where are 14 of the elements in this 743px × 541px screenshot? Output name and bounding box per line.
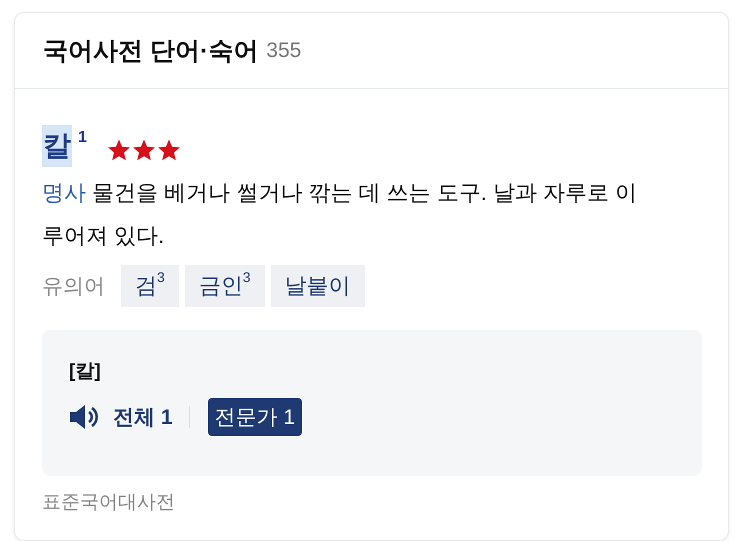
pronunciation-text: [칼] (69, 360, 101, 384)
speaker-icon[interactable] (69, 404, 99, 430)
synonym-chip[interactable]: 날붙이 (270, 265, 365, 307)
homonym-number: 1 (78, 129, 87, 147)
section-title: 국어사전 단어·숙어 (43, 36, 258, 67)
filter-tab[interactable]: 전체 1 (111, 399, 175, 435)
filter-tab[interactable]: 전문가 1 (208, 398, 302, 436)
synonym-label: 유의어 (42, 274, 105, 300)
source-text: 표준국어대사전 (42, 491, 175, 515)
definition-text: 명사 물건을 베거나 썰거나 깎는 데 쓰는 도구. 날과 자루로 이루어져 있다. (42, 179, 638, 250)
synonym-chip[interactable]: 금인$^{3}$ (184, 265, 265, 307)
synonym-chip[interactable]: 검$^{3}$ (121, 265, 179, 307)
result-count: 355 (266, 38, 302, 62)
headword[interactable]: 칼 (42, 125, 72, 167)
